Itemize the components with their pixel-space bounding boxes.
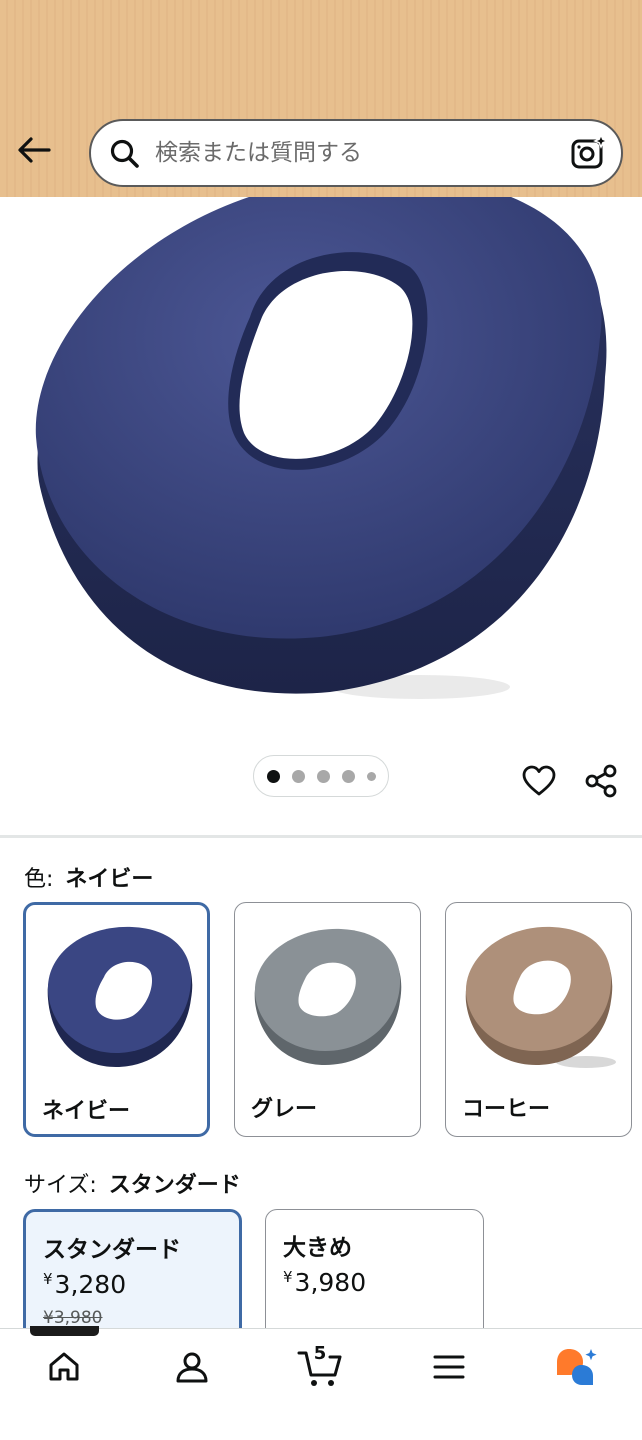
carousel-dot[interactable] xyxy=(366,771,376,781)
carousel-dot[interactable] xyxy=(266,769,280,783)
account-icon xyxy=(176,1352,208,1383)
home-icon xyxy=(49,1352,79,1381)
heart-icon xyxy=(522,765,556,796)
size-selected-value: スタンダード xyxy=(108,1173,241,1198)
overlay-tab xyxy=(30,1326,99,1336)
color-swatch-label: グレー xyxy=(251,1097,318,1122)
back-button[interactable] xyxy=(12,128,56,172)
section-divider xyxy=(0,835,642,838)
color-swatch-coffee[interactable]: コーヒー xyxy=(445,902,632,1137)
carousel-dot[interactable] xyxy=(291,769,305,783)
search-bar[interactable] xyxy=(89,119,623,187)
color-selected-value: ネイビー xyxy=(65,867,154,892)
coffee-cushion-thumbnail xyxy=(465,926,616,1068)
size-option-old-price: ¥3,980 xyxy=(43,1308,103,1328)
gray-cushion-thumbnail xyxy=(254,928,402,1065)
size-label-row: サイズ: スタンダード xyxy=(24,1167,241,1199)
rufus-assistant-icon xyxy=(557,1349,597,1385)
color-swatch-gray[interactable]: グレー xyxy=(234,902,421,1137)
seat-cushion-image xyxy=(35,197,607,699)
size-label: サイズ: xyxy=(24,1173,97,1198)
color-swatch-label: ネイビー xyxy=(42,1099,131,1124)
product-image[interactable] xyxy=(0,197,642,727)
wishlist-button[interactable] xyxy=(518,760,560,802)
nav-account[interactable] xyxy=(160,1343,224,1391)
color-swatch-navy[interactable]: ネイビー xyxy=(23,902,210,1137)
nav-cart[interactable]: 5 xyxy=(288,1343,352,1391)
carousel-dot[interactable] xyxy=(341,769,355,783)
color-swatch-label: コーヒー xyxy=(462,1097,551,1122)
camera-search-icon[interactable] xyxy=(569,133,609,173)
color-label-row: 色: ネイビー xyxy=(24,861,153,893)
header xyxy=(0,0,642,197)
cart-count-badge: 5 xyxy=(313,1343,327,1364)
bottom-nav: 5 xyxy=(0,1328,642,1440)
search-input[interactable] xyxy=(155,133,555,173)
size-option-price: ¥3,280 xyxy=(43,1270,127,1299)
size-option-price: ¥3,980 xyxy=(283,1268,367,1297)
size-option-label: スタンダード xyxy=(43,1237,181,1263)
carousel-dot[interactable] xyxy=(316,769,330,783)
size-option-label: 大きめ xyxy=(283,1235,352,1261)
menu-icon xyxy=(433,1355,465,1379)
share-button[interactable] xyxy=(580,760,622,802)
nav-menu[interactable] xyxy=(417,1343,481,1391)
nav-home[interactable] xyxy=(32,1343,96,1391)
image-carousel-dots[interactable] xyxy=(253,755,389,797)
share-icon xyxy=(585,764,617,798)
navy-cushion-thumbnail xyxy=(47,926,193,1067)
color-label: 色: xyxy=(24,867,54,892)
back-arrow-icon xyxy=(18,137,51,163)
search-icon xyxy=(110,139,139,168)
nav-rufus[interactable] xyxy=(545,1343,609,1391)
